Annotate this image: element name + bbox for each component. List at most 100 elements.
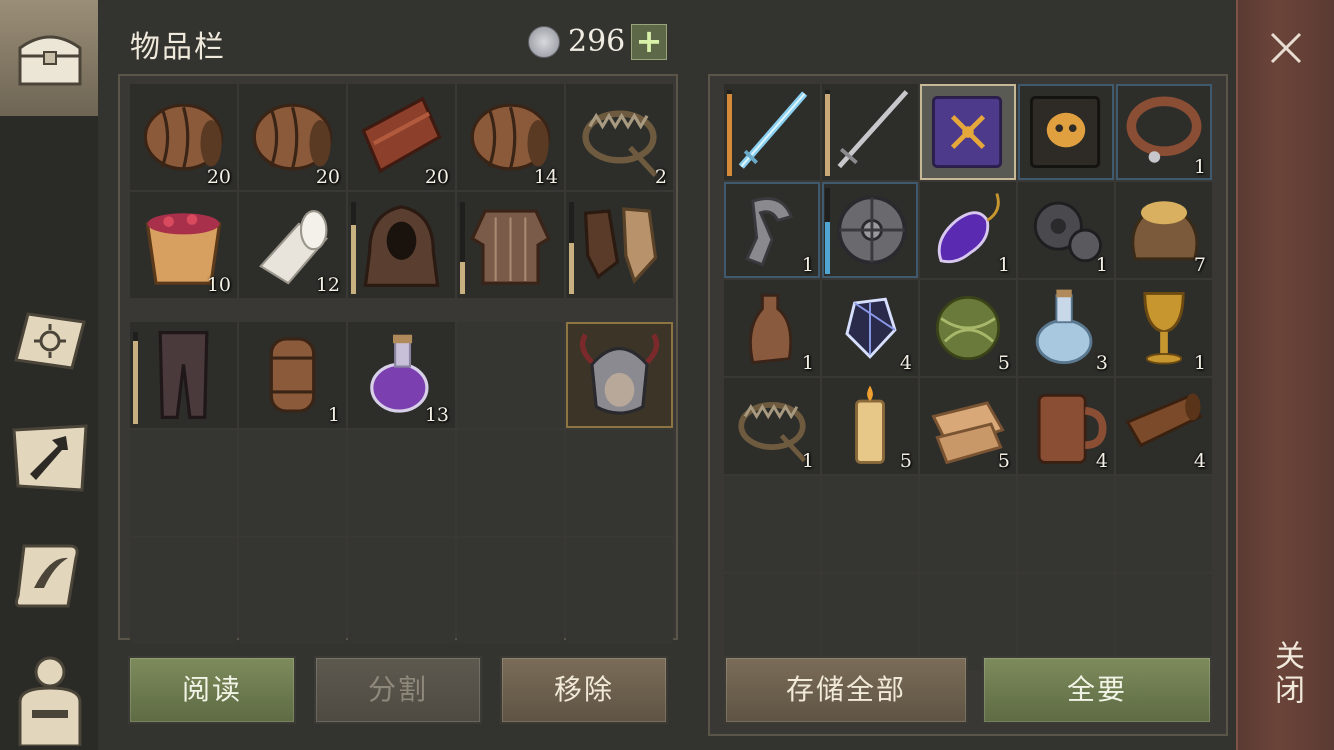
item-count: 20 — [315, 166, 340, 188]
close-icon[interactable] — [1266, 28, 1306, 68]
chainmail-icon — [470, 209, 551, 285]
store-all-button[interactable]: 存储全部 — [724, 656, 968, 724]
item-slot[interactable]: 20 — [130, 84, 237, 190]
empty-slot[interactable] — [566, 538, 673, 644]
item-slot[interactable]: 4 — [1018, 378, 1114, 474]
item-count: 1 — [1095, 254, 1108, 276]
grid-spacer — [239, 300, 346, 320]
empty-slot[interactable] — [1018, 476, 1114, 572]
empty-slot[interactable] — [130, 538, 237, 644]
empty-slot[interactable] — [348, 538, 455, 644]
item-count: 7 — [1193, 254, 1206, 276]
item-slot[interactable]: 7 — [1116, 182, 1212, 278]
longsword-icon — [837, 90, 909, 169]
item-count: 14 — [533, 166, 558, 188]
close-panel[interactable] — [1236, 0, 1334, 750]
empty-slot[interactable] — [348, 430, 455, 536]
item-slot[interactable]: 13 — [348, 322, 455, 428]
item-slot[interactable]: 3 — [1018, 280, 1114, 376]
item-slot[interactable]: 1 — [724, 378, 820, 474]
ice-sword-icon — [738, 91, 808, 169]
grid-spacer — [348, 300, 455, 320]
chest-icon[interactable] — [10, 18, 90, 98]
item-slot[interactable] — [457, 192, 564, 298]
item-slot[interactable] — [724, 84, 820, 180]
item-slot[interactable] — [822, 84, 918, 180]
item-slot[interactable] — [566, 192, 673, 298]
read-button[interactable]: 阅读 — [128, 656, 296, 724]
item-slot[interactable] — [822, 182, 918, 278]
item-slot[interactable]: 1 — [724, 182, 820, 278]
item-count: 1 — [997, 254, 1010, 276]
round-shield-icon — [837, 195, 907, 265]
empty-slot[interactable] — [130, 430, 237, 536]
durability-bar — [351, 202, 356, 294]
remove-button[interactable]: 移除 — [500, 656, 668, 724]
purple-tome-icon — [932, 96, 1003, 168]
item-slot[interactable]: 1 — [239, 322, 346, 428]
leggings-icon — [158, 331, 209, 419]
item-slot[interactable]: 1 — [920, 182, 1016, 278]
sun-book-icon[interactable] — [10, 300, 90, 380]
item-slot[interactable]: 5 — [920, 280, 1016, 376]
item-slot[interactable]: 20 — [239, 84, 346, 190]
hood-icon — [363, 205, 440, 287]
item-slot[interactable]: 1 — [724, 280, 820, 376]
item-slot[interactable]: 4 — [822, 280, 918, 376]
item-slot[interactable]: 2 — [566, 84, 673, 190]
item-slot[interactable]: 1 — [1018, 182, 1114, 278]
crafting-hammer-icon[interactable] — [10, 418, 90, 498]
item-slot[interactable]: 5 — [822, 378, 918, 474]
durability-bar — [569, 202, 574, 294]
empty-slot[interactable] — [239, 430, 346, 536]
gloves-icon — [583, 207, 658, 285]
item-slot[interactable]: 12 — [239, 192, 346, 298]
item-count: 1 — [1193, 352, 1206, 374]
empty-slot[interactable] — [1116, 476, 1212, 572]
item-count: 1 — [327, 404, 340, 426]
character-icon[interactable] — [10, 650, 90, 746]
item-count: 10 — [206, 274, 231, 296]
durability-bar — [825, 90, 830, 176]
empty-slot[interactable] — [822, 476, 918, 572]
item-slot[interactable]: 20 — [348, 84, 455, 190]
item-count: 1 — [801, 352, 814, 374]
silver-coin-icon — [528, 26, 560, 58]
empty-slot[interactable] — [457, 538, 564, 644]
storage-grid: 1 1 1 1 7 1 4 5 3 1 1 5 5 4 4 — [724, 84, 1212, 670]
item-slot[interactable]: 1 — [1116, 280, 1212, 376]
item-slot[interactable] — [348, 192, 455, 298]
item-slot[interactable] — [130, 322, 237, 428]
close-button[interactable]: 关闭 — [1268, 640, 1308, 708]
item-slot[interactable]: 4 — [1116, 378, 1212, 474]
inventory-grid: 20 20 20 14 2 10 12 1 13 — [130, 84, 673, 644]
add-currency-button[interactable]: + — [631, 24, 667, 60]
item-slot[interactable] — [920, 84, 1016, 180]
item-slot[interactable]: 14 — [457, 84, 564, 190]
empty-slot[interactable] — [457, 322, 564, 428]
item-slot[interactable] — [566, 322, 673, 428]
empty-slot[interactable] — [724, 476, 820, 572]
split-button[interactable]: 分割 — [314, 656, 482, 724]
item-count: 2 — [654, 166, 667, 188]
empty-slot[interactable] — [920, 476, 1016, 572]
item-count: 20 — [424, 166, 449, 188]
durability-bar — [133, 332, 138, 424]
page-title: 物品栏 — [130, 30, 226, 65]
item-slot[interactable]: 10 — [130, 192, 237, 298]
durability-bar — [825, 188, 830, 274]
grid-spacer — [457, 300, 564, 320]
item-count: 1 — [801, 254, 814, 276]
item-slot[interactable] — [1018, 84, 1114, 180]
grid-spacer — [130, 300, 237, 320]
empty-slot[interactable] — [566, 430, 673, 536]
take-all-button[interactable]: 全要 — [982, 656, 1212, 724]
item-slot[interactable]: 5 — [920, 378, 1016, 474]
item-slot[interactable]: 1 — [1116, 84, 1212, 180]
empty-slot[interactable] — [457, 430, 564, 536]
item-count: 13 — [424, 404, 449, 426]
grid-spacer — [566, 300, 673, 320]
quest-scroll-icon[interactable] — [10, 536, 90, 616]
empty-slot[interactable] — [239, 538, 346, 644]
horned-helmet-head-icon — [579, 333, 660, 415]
